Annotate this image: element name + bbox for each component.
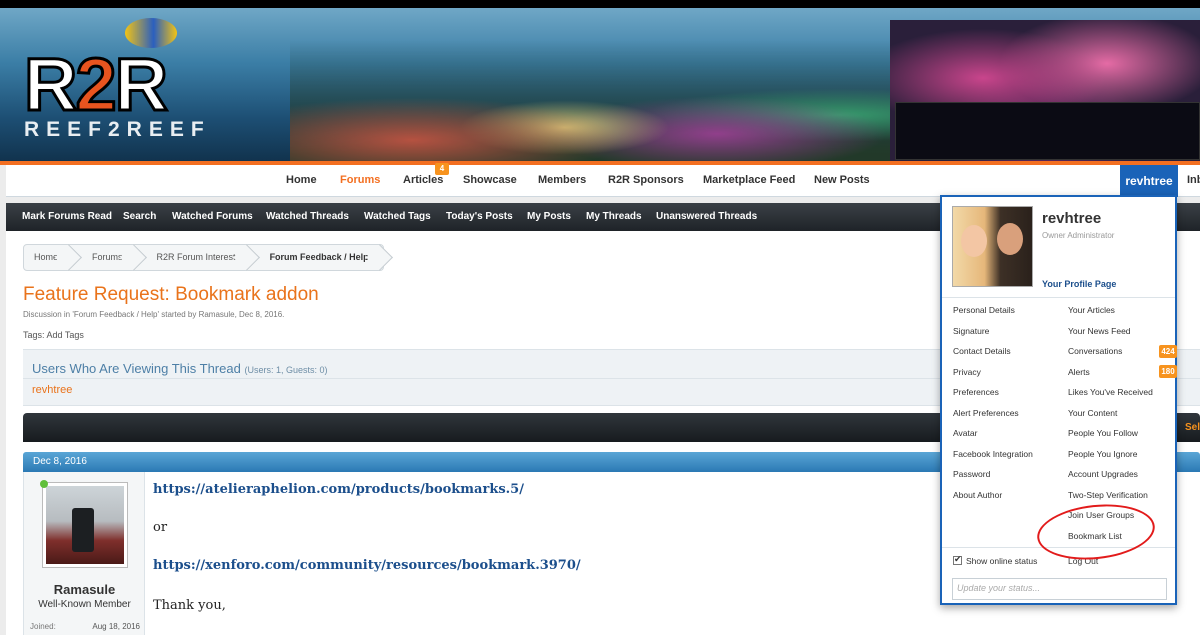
joined-date: Aug 18, 2016 xyxy=(92,622,140,631)
online-indicator-icon xyxy=(40,480,48,488)
menu-your-news-feed[interactable]: Your News Feed xyxy=(1068,326,1153,347)
top-strip xyxy=(0,0,1200,8)
nav-marketplace-feed[interactable]: Marketplace Feed xyxy=(703,174,795,186)
subnav-watched-tags[interactable]: Watched Tags xyxy=(364,211,431,222)
thread-meta: Discussion in 'Forum Feedback / Help' st… xyxy=(23,310,285,319)
logo-tagline: REEF2REEF xyxy=(24,118,211,141)
menu-contact-details[interactable]: Contact Details xyxy=(953,346,1033,367)
menu-preferences[interactable]: Preferences xyxy=(953,387,1033,408)
user-menu-role: Owner Administrator xyxy=(1042,231,1115,240)
menu-alert-preferences[interactable]: Alert Preferences xyxy=(953,408,1033,429)
nav-forums[interactable]: Forums xyxy=(340,174,380,186)
thread-title: Feature Request: Bookmark addon xyxy=(23,284,319,305)
menu-your-content[interactable]: Your Content xyxy=(1068,408,1153,429)
user-menu-left-column: Personal Details Signature Contact Detai… xyxy=(953,305,1033,510)
breadcrumb-home[interactable]: Home xyxy=(24,245,72,270)
subnav-watched-forums[interactable]: Watched Forums xyxy=(172,211,253,222)
nav-new-posts[interactable]: New Posts xyxy=(814,174,870,186)
your-profile-page-link[interactable]: Your Profile Page xyxy=(1042,279,1116,289)
subnav-my-posts[interactable]: My Posts xyxy=(527,211,571,222)
menu-personal-details[interactable]: Personal Details xyxy=(953,305,1033,326)
subnav-search[interactable]: Search xyxy=(123,211,156,222)
user-menu-tab[interactable]: revhtree xyxy=(1120,165,1178,197)
user-menu-avatar[interactable] xyxy=(952,206,1033,287)
tags-label: Tags: xyxy=(23,330,45,340)
alerts-count-badge: 180 xyxy=(1159,365,1177,378)
breadcrumb-forum-feedback[interactable]: Forum Feedback / Help xyxy=(250,245,383,270)
breadcrumb: Home Forums R2R Forum Interest Forum Fee… xyxy=(23,244,384,271)
menu-privacy[interactable]: Privacy xyxy=(953,367,1033,388)
menu-people-you-follow[interactable]: People You Follow xyxy=(1068,428,1153,449)
post-date: Dec 8, 2016 xyxy=(33,456,87,467)
menu-password[interactable]: Password xyxy=(953,469,1033,490)
avatar[interactable] xyxy=(42,482,128,568)
post-link-xenforo[interactable]: https://xenforo.com/community/resources/… xyxy=(153,558,581,573)
viewing-user-link[interactable]: revhtree xyxy=(32,384,72,396)
post-author-title: Well-Known Member xyxy=(38,599,131,610)
subnav-watched-threads[interactable]: Watched Threads xyxy=(266,211,349,222)
status-update-input[interactable]: Update your status... xyxy=(952,578,1167,600)
subnav-todays-posts[interactable]: Today's Posts xyxy=(446,211,513,222)
nav-showcase[interactable]: Showcase xyxy=(463,174,517,186)
nav-home[interactable]: Home xyxy=(286,174,317,186)
banner-dark-panel xyxy=(895,102,1200,160)
menu-account-upgrades[interactable]: Account Upgrades xyxy=(1068,469,1153,490)
post-link-atelieraphelion[interactable]: https://atelieraphelion.com/products/boo… xyxy=(153,482,524,497)
menu-signature[interactable]: Signature xyxy=(953,326,1033,347)
banner-reef-image xyxy=(290,40,900,165)
menu-your-articles[interactable]: Your Articles xyxy=(1068,305,1153,326)
avatar-meter-shape xyxy=(72,508,94,552)
post-author-name[interactable]: Ramasule xyxy=(24,582,145,597)
thread-tags: Tags: Add Tags xyxy=(23,330,84,340)
menu-about-author[interactable]: About Author xyxy=(953,490,1033,511)
menu-alerts[interactable]: Alerts xyxy=(1068,367,1153,388)
avatar-face-shape xyxy=(961,225,987,257)
show-online-status-toggle[interactable]: Show online status xyxy=(953,554,1037,566)
post-text-or: or xyxy=(153,520,168,535)
user-menu-username[interactable]: revhtree xyxy=(1042,210,1101,227)
main-nav: Home Forums Articles Showcase Members R2… xyxy=(6,165,1200,197)
menu-facebook-integration[interactable]: Facebook Integration xyxy=(953,449,1033,470)
users-viewing-counts: (Users: 1, Guests: 0) xyxy=(244,365,328,375)
post-user-pane: Ramasule Well-Known Member Joined: Aug 1… xyxy=(24,472,145,635)
nav-members[interactable]: Members xyxy=(538,174,586,186)
users-viewing-heading: Users Who Are Viewing This Thread (Users… xyxy=(32,361,328,376)
select-tool-link[interactable]: Sel xyxy=(1185,422,1200,433)
conversations-count-badge: 424 xyxy=(1159,345,1177,358)
site-logo[interactable]: R2R REEF2REEF xyxy=(22,43,211,142)
user-menu-divider xyxy=(942,297,1175,298)
subnav-my-threads[interactable]: My Threads xyxy=(586,211,642,222)
subnav-unanswered-threads[interactable]: Unanswered Threads xyxy=(656,211,757,222)
nav-sponsors[interactable]: R2R Sponsors xyxy=(608,174,684,186)
post-text-thanks: Thank you, xyxy=(153,598,226,613)
subnav-mark-forums-read[interactable]: Mark Forums Read xyxy=(22,211,112,222)
nav-articles[interactable]: Articles xyxy=(403,174,443,186)
avatar-image xyxy=(46,486,124,564)
checkbox-checked-icon[interactable] xyxy=(953,554,962,565)
menu-likes-received[interactable]: Likes You've Received xyxy=(1068,387,1153,408)
menu-avatar[interactable]: Avatar xyxy=(953,428,1033,449)
breadcrumb-forum-interest[interactable]: R2R Forum Interest xyxy=(137,245,250,270)
post-author-joined: Joined: Aug 18, 2016 xyxy=(30,622,140,631)
menu-people-you-ignore[interactable]: People You Ignore xyxy=(1068,449,1153,470)
inbox-tab[interactable]: Inb xyxy=(1187,174,1200,186)
avatar-face-shape xyxy=(997,223,1023,255)
site-banner: R2R REEF2REEF xyxy=(0,0,1200,165)
articles-badge: 4 xyxy=(435,163,449,175)
menu-conversations[interactable]: Conversations xyxy=(1068,346,1153,367)
add-tags-link[interactable]: Add Tags xyxy=(47,330,84,340)
logo-wordmark: R2R xyxy=(22,43,169,126)
